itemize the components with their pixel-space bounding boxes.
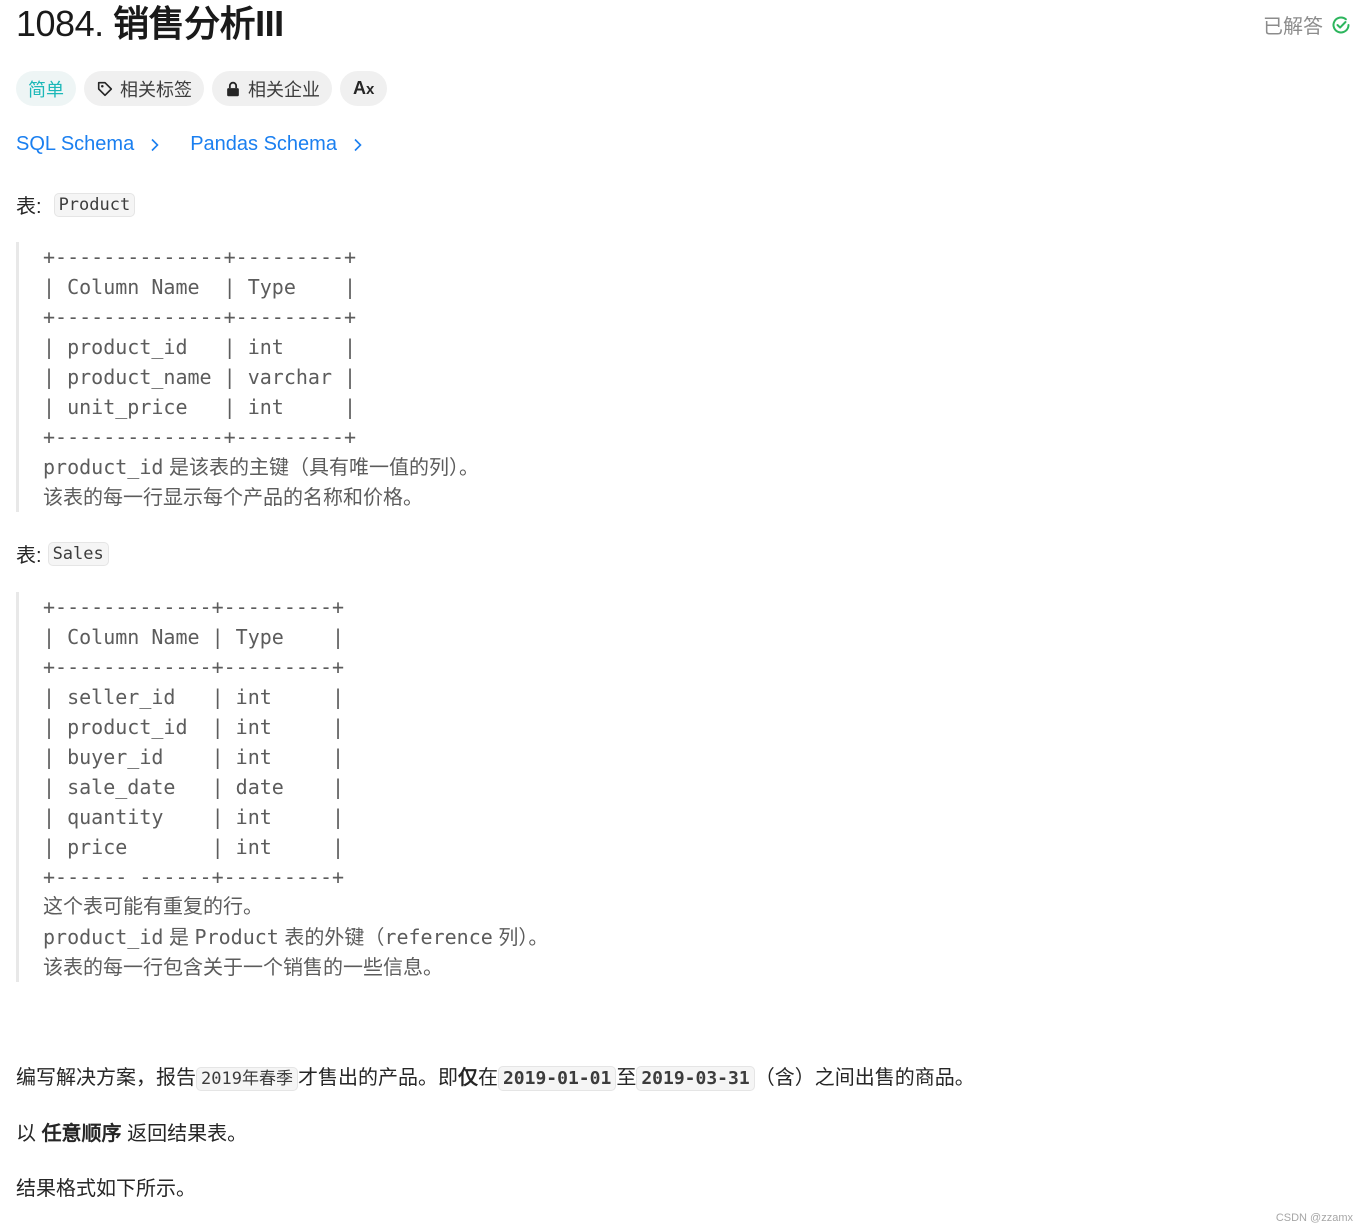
solved-label: 已解答 (1263, 16, 1323, 38)
table-label-prefix: 表: (16, 196, 42, 218)
inline-code: 2019-03-31 (636, 1066, 755, 1091)
sales-note-3: 该表的每一行包含关于一个销售的一些信息。 (43, 957, 443, 979)
bold-text: 仅 (457, 1067, 478, 1089)
chevron-right-icon (354, 138, 362, 151)
product-table-label: 表: Product (16, 190, 136, 219)
product-schema-block: +--------------+---------+ | Column Name … (16, 242, 479, 512)
text: （含）之间出售的商品。 (754, 1067, 975, 1089)
note-text: 是该表的主键（具有唯一值的列）。 (163, 457, 479, 479)
translate-icon: Ax (353, 78, 375, 98)
schema-line: | product_name | varchar | (43, 365, 357, 389)
schema-line: +--------------+---------+ (43, 425, 357, 449)
product-note-1: product_id 是该表的主键（具有唯一值的列）。 (43, 452, 479, 483)
problem-name: 销售分析III (113, 3, 284, 44)
pandas-schema-link[interactable]: Pandas Schema (190, 133, 365, 156)
problem-number: 1084. (16, 3, 104, 44)
description-paragraph-1: 编写解决方案，报告 2019年春季 才售出的产品。即仅在 2019-01-01 至 201… (16, 1063, 975, 1094)
schema-line: | price | int | (43, 835, 345, 859)
sql-schema-link[interactable]: SQL Schema (16, 133, 162, 156)
schema-line: | quantity | int | (43, 805, 345, 829)
schema-line: | sale_date | date | (43, 775, 345, 799)
sql-schema-label: SQL Schema (16, 133, 135, 155)
schema-line: | product_id | int | (43, 715, 345, 739)
schema-line: +-------------+---------+ (43, 655, 345, 679)
text: 至 (616, 1067, 637, 1089)
text: 返回结果表。 (121, 1123, 248, 1145)
note-code: Product (194, 925, 279, 949)
inline-code: 2019-01-01 (497, 1066, 617, 1091)
related-companies-button[interactable]: 相关企业 (212, 71, 332, 106)
related-companies-label: 相关企业 (248, 79, 320, 100)
note-text: 是 (163, 927, 195, 949)
note-text: 列）。 (492, 927, 549, 949)
check-circle-icon (1332, 16, 1350, 33)
schema-line: | product_id | int | (43, 335, 357, 359)
description-paragraph-3: 结果格式如下所示。 (16, 1174, 196, 1204)
sales-schema-block: +-------------+---------+ | Column Name |… (16, 592, 548, 982)
schema-line: | buyer_id | int | (43, 745, 345, 769)
product-note-2: 该表的每一行显示每个产品的名称和价格。 (43, 483, 479, 513)
text: 才售出的产品。即 (297, 1067, 458, 1089)
schema-line: | Column Name | Type | (43, 275, 357, 299)
sales-schema-table: +-------------+---------+ | Column Name |… (43, 592, 548, 892)
product-table-name: Product (53, 192, 136, 217)
sales-table-label: 表: Sales (16, 539, 109, 568)
table-label-prefix: 表: (16, 545, 42, 567)
related-topics-label: 相关标签 (120, 79, 192, 100)
title-row: 1084. 销售分析III 已解答 (16, 2, 1351, 46)
product-schema-table: +--------------+---------+ | Column Name … (43, 242, 479, 452)
related-topics-button[interactable]: 相关标签 (84, 71, 204, 106)
text: 编写解决方案，报告 (16, 1067, 196, 1089)
text: 在 (477, 1067, 498, 1089)
difficulty-badge[interactable]: 简单 (16, 71, 76, 106)
bold-text: 任意顺序 (41, 1123, 122, 1145)
schema-line: +--------------+---------+ (43, 305, 357, 329)
chevron-right-icon (151, 138, 159, 151)
tag-icon (97, 81, 113, 96)
text: 结果格式如下所示。 (16, 1178, 196, 1200)
schema-links: SQL Schema Pandas Schema (16, 133, 365, 156)
note-text: 表的外键（ (278, 927, 385, 949)
sales-note-2: product_id 是 Product 表的外键（reference 列）。 (43, 922, 548, 953)
note-code: product_id (43, 455, 164, 479)
note-text: 该表的每一行显示每个产品的名称和价格。 (43, 487, 423, 509)
inline-code: 2019年春季 (196, 1067, 298, 1091)
description-paragraph-2: 以 任意顺序 返回结果表。 (16, 1119, 247, 1149)
schema-line: +--------------+---------+ (43, 245, 357, 269)
watermark: CSDN @zzamx (1275, 1212, 1353, 1224)
schema-line: | unit_price | int | (43, 395, 357, 419)
text: 以 (16, 1123, 42, 1145)
schema-line: +-------------+---------+ (43, 595, 345, 619)
problem-title: 1084. 销售分析III (16, 2, 1351, 46)
schema-line: | Column Name | Type | (43, 625, 345, 649)
lock-icon (227, 81, 239, 96)
difficulty-label: 简单 (28, 79, 64, 100)
schema-line: | seller_id | int | (43, 685, 345, 709)
schema-line: +------ ------+---------+ (43, 865, 345, 889)
note-code: reference (384, 925, 493, 949)
sales-note-1: 这个表可能有重复的行。 (43, 896, 263, 918)
solved-status: 已解答 (1263, 10, 1351, 39)
note-code: product_id (43, 925, 164, 949)
sales-table-name: Sales (47, 541, 109, 566)
translate-button[interactable]: Ax (340, 71, 388, 106)
pandas-schema-label: Pandas Schema (190, 133, 337, 155)
tag-bar: 简单 相关标签 相关企业 Ax (16, 71, 388, 106)
